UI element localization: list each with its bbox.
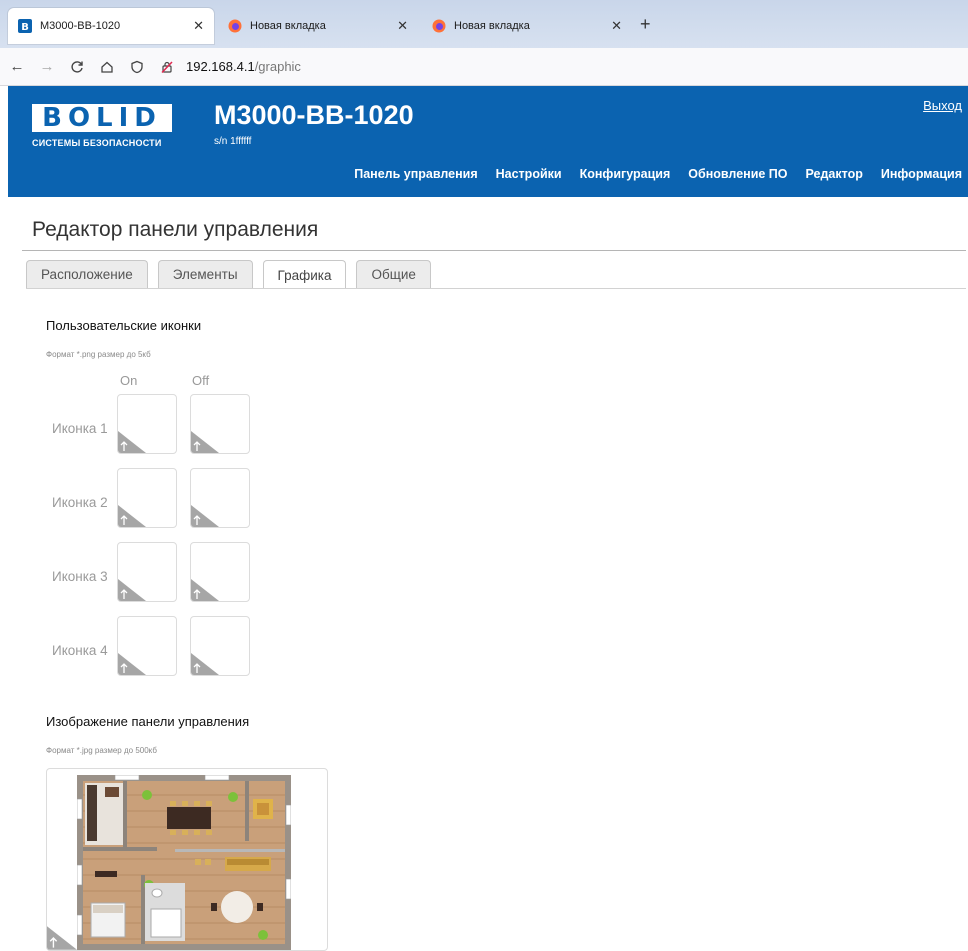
icon-row-label: Иконка 2	[52, 495, 108, 510]
panel-image-section-title: Изображение панели управления	[46, 714, 250, 729]
column-on-label: On	[120, 373, 138, 388]
tab-graphics[interactable]: Графика	[262, 260, 347, 289]
nav-firmware-update[interactable]: Обновление ПО	[688, 167, 787, 181]
icon-2-on-upload[interactable]	[117, 468, 177, 528]
floor-plan-image	[77, 775, 291, 950]
site-header: BOLID СИСТЕМЫ БЕЗОПАСНОСТИ M3000-BB-1020…	[8, 86, 968, 197]
url-path: /graphic	[254, 59, 301, 74]
browser-tab[interactable]: Новая вкладка ✕	[218, 8, 418, 44]
browser-tab-title: Новая вкладка	[454, 20, 530, 32]
svg-text:B: B	[21, 22, 29, 33]
browser-tab-title: M3000-BB-1020	[40, 20, 121, 32]
tab-elements[interactable]: Элементы	[157, 260, 253, 288]
nav-information[interactable]: Информация	[881, 167, 962, 181]
shield-icon[interactable]	[124, 54, 150, 80]
icon-1-off-upload[interactable]	[190, 394, 250, 454]
insecure-lock-icon[interactable]	[154, 54, 180, 80]
device-serial: s/n 1ffffff	[214, 136, 252, 147]
icons-format-hint: Формат *.png размер до 5кб	[46, 350, 151, 359]
panel-image-upload[interactable]	[46, 768, 328, 951]
logo-subtitle: СИСТЕМЫ БЕЗОПАСНОСТИ	[32, 138, 162, 148]
upload-arrow-icon	[118, 653, 146, 675]
tab-general[interactable]: Общие	[356, 260, 431, 288]
icon-3-off-upload[interactable]	[190, 542, 250, 602]
nav-configuration[interactable]: Конфигурация	[580, 167, 671, 181]
upload-arrow-icon	[191, 653, 219, 675]
browser-toolbar: ← → 192.168.4.1/graphic	[0, 48, 968, 86]
upload-arrow-icon	[118, 505, 146, 527]
url-field[interactable]: 192.168.4.1/graphic	[186, 59, 301, 74]
nav-editor[interactable]: Редактор	[806, 167, 863, 181]
icon-row-label: Иконка 1	[52, 421, 108, 436]
close-tab-icon[interactable]: ✕	[611, 18, 622, 34]
tab-layout[interactable]: Расположение	[26, 260, 148, 288]
upload-arrow-icon	[191, 579, 219, 601]
upload-arrow-icon	[118, 431, 146, 453]
forward-arrow-icon[interactable]: →	[34, 54, 60, 80]
browser-tab-active[interactable]: B M3000-BB-1020 ✕	[8, 8, 214, 44]
main-nav: Панель управления Настройки Конфигурация…	[336, 167, 962, 181]
bolid-favicon-icon: B	[18, 19, 32, 33]
icon-2-off-upload[interactable]	[190, 468, 250, 528]
new-tab-plus-icon[interactable]: +	[640, 14, 651, 35]
nav-control-panel[interactable]: Панель управления	[354, 167, 477, 181]
page-title: Редактор панели управления	[32, 218, 319, 241]
close-tab-icon[interactable]: ✕	[193, 18, 204, 34]
column-off-label: Off	[192, 373, 210, 388]
icon-3-on-upload[interactable]	[117, 542, 177, 602]
tabs-divider	[26, 288, 966, 289]
upload-arrow-icon	[47, 926, 77, 950]
firefox-icon	[432, 19, 446, 33]
upload-arrow-icon	[191, 431, 219, 453]
title-divider	[22, 250, 966, 251]
icons-section-title: Пользовательские иконки	[46, 318, 202, 333]
icon-4-off-upload[interactable]	[190, 616, 250, 676]
editor-tabs: Расположение Элементы Графика Общие	[26, 260, 441, 289]
device-title: M3000-BB-1020	[214, 100, 414, 130]
close-tab-icon[interactable]: ✕	[397, 18, 408, 34]
icon-row-label: Иконка 3	[52, 569, 108, 584]
browser-tab-title: Новая вкладка	[250, 20, 326, 32]
icon-4-on-upload[interactable]	[117, 616, 177, 676]
back-arrow-icon[interactable]: ←	[4, 54, 30, 80]
reload-icon[interactable]	[64, 54, 90, 80]
home-icon[interactable]	[94, 54, 120, 80]
firefox-icon	[228, 19, 242, 33]
upload-arrow-icon	[191, 505, 219, 527]
logo-word: BOLID	[32, 104, 172, 132]
browser-tab[interactable]: Новая вкладка ✕	[422, 8, 632, 44]
nav-settings[interactable]: Настройки	[496, 167, 562, 181]
browser-tab-bar: B M3000-BB-1020 ✕ Новая вкладка ✕ Новая …	[0, 0, 968, 48]
upload-arrow-icon	[118, 579, 146, 601]
icon-row-label: Иконка 4	[52, 643, 108, 658]
icon-1-on-upload[interactable]	[117, 394, 177, 454]
panel-image-format-hint: Формат *.jpg размер до 500кб	[46, 746, 157, 755]
bolid-logo: BOLID СИСТЕМЫ БЕЗОПАСНОСТИ	[32, 104, 172, 152]
url-host: 192.168.4.1	[186, 59, 255, 74]
logout-link[interactable]: Выход	[923, 98, 962, 113]
